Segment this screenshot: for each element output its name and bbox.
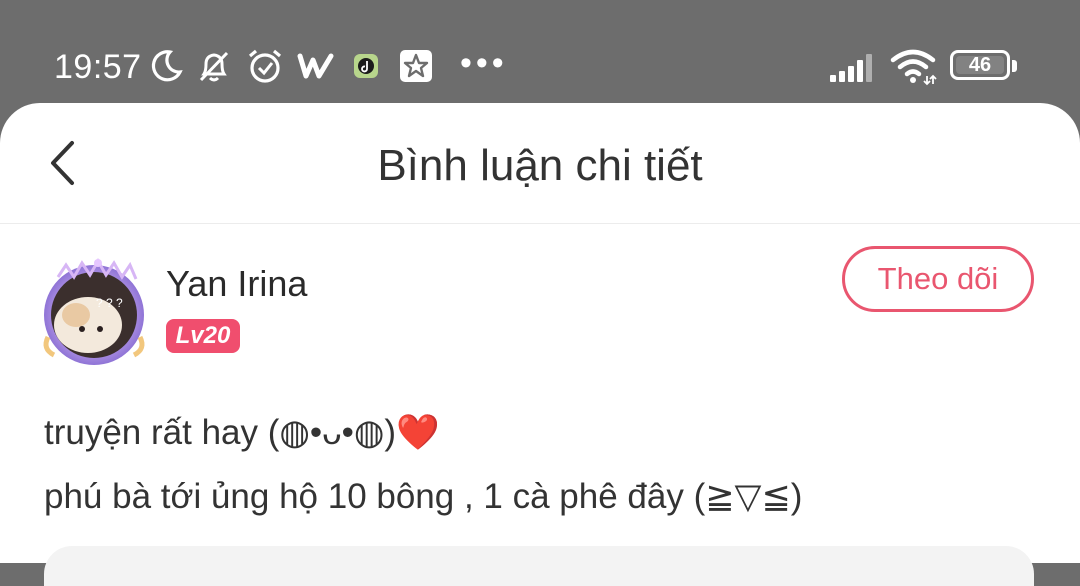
battery-icon: 46 xyxy=(950,50,1017,80)
status-bar: 19:57 ••• 46 xyxy=(0,0,1080,110)
comment-line-2: phú bà tới ủng hộ 10 bông , 1 cà phê đây… xyxy=(44,477,803,516)
more-dots-icon: ••• xyxy=(460,44,508,82)
moon-icon xyxy=(146,46,186,86)
signal-icon xyxy=(828,46,878,86)
username[interactable]: Yan Irina xyxy=(166,263,307,305)
page-title: Bình luận chi tiết xyxy=(377,141,703,190)
wifi-icon xyxy=(888,46,940,86)
comment-line-1-text: truyện rất hay (◍•ᴗ•◍) xyxy=(44,413,397,452)
alarm-icon xyxy=(244,46,286,86)
heart-emoji: ❤️ xyxy=(396,413,440,452)
star-app-icon xyxy=(398,46,434,86)
reply-area xyxy=(44,546,1034,586)
status-time: 19:57 xyxy=(54,48,142,86)
header: Bình luận chi tiết xyxy=(0,103,1080,224)
bell-off-icon xyxy=(194,46,234,86)
follow-button[interactable]: Theo dõi xyxy=(842,246,1034,312)
comment-detail-sheet: Bình luận chi tiết ? ? ? Yan Irina Lv20 … xyxy=(0,103,1080,586)
w-app-icon xyxy=(296,46,336,86)
battery-level: 46 xyxy=(968,53,992,76)
comment-line-1: truyện rất hay (◍•ᴗ•◍)❤️ xyxy=(44,401,802,465)
comment-text: truyện rất hay (◍•ᴗ•◍)❤️ phú bà tới ủng … xyxy=(44,401,802,529)
tiktok-icon xyxy=(352,46,380,86)
svg-text:? ? ?: ? ? ? xyxy=(96,296,123,310)
level-badge: Lv20 xyxy=(166,319,240,353)
avatar[interactable]: ? ? ? xyxy=(38,257,150,369)
